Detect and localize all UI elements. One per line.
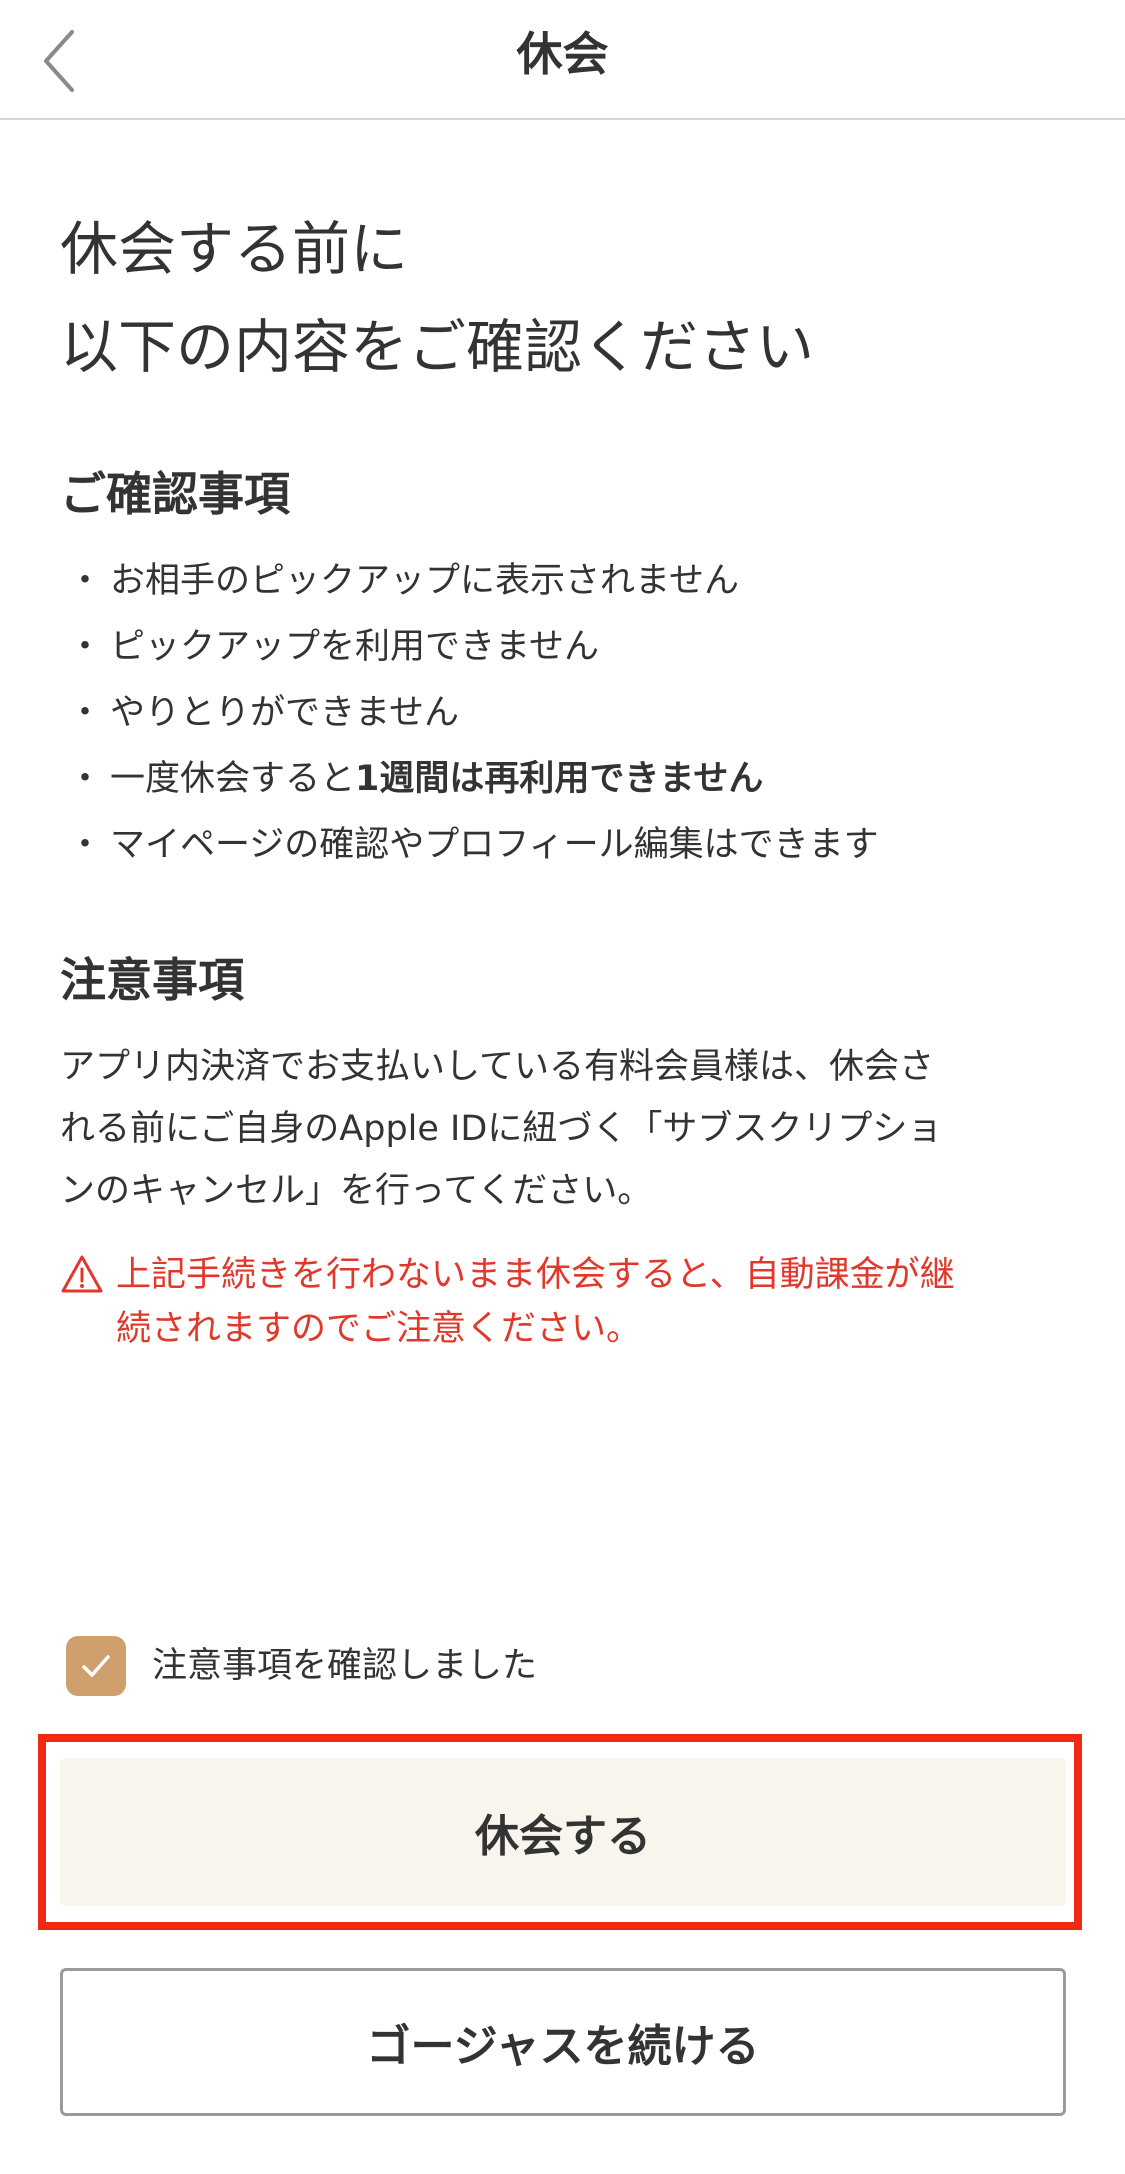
agreement-label: 注意事項を確認しました [152, 1646, 538, 1686]
bullet: ・ [67, 561, 103, 601]
main-heading-line: 休会する前に [60, 215, 409, 283]
bullet: ・ [67, 825, 103, 865]
list-item-text: お相手のピックアップに表示されません [110, 561, 739, 601]
nav-header: 休会 [0, 0, 1125, 120]
list-item: ・ お相手のピックアップに表示されません [60, 548, 1080, 614]
list-item: ・ 一度休会すると 1週間は再利用できません [60, 746, 1080, 812]
bullet: ・ [67, 759, 103, 799]
pause-membership-screen: 休会 休会する前に 以下の内容をご確認ください ご確認事項 ・ お相手のピックア… [0, 0, 1125, 2174]
list-item-text: ピックアップを利用できません [110, 627, 599, 667]
warning-triangle-icon [61, 1255, 103, 1293]
caution-line: れる前にご自身のApple IDに紐づく「サブスクリプショ [60, 1109, 943, 1149]
warning-line: 続されますのでご注意ください。 [116, 1309, 642, 1349]
checkmark-icon [82, 1655, 110, 1677]
list-item-text: マイページの確認やプロフィール編集はできます [110, 825, 879, 865]
warning-message: 上記手続きを行わないまま休会すると、自動課金が継 続されますのでご注意ください。 [60, 1248, 1080, 1356]
warning-text: 上記手続きを行わないまま休会すると、自動課金が継 続されますのでご注意ください。 [116, 1248, 955, 1356]
confirm-section-title: ご確認事項 [60, 467, 290, 521]
confirm-list: ・ お相手のピックアップに表示されません ・ ピックアップを利用できません ・ … [60, 548, 1080, 878]
list-item-emphasis: 1週間は再利用できません [355, 759, 764, 799]
caution-section-title: 注意事項 [60, 953, 244, 1007]
list-item: ・ ピックアップを利用できません [60, 614, 1080, 680]
caution-line: アプリ内決済でお支払いしている有料会員様は、休会さ [60, 1047, 934, 1087]
caution-line: ンのキャンセル」を行ってください。 [60, 1171, 653, 1211]
list-item-text: やりとりができません [110, 693, 459, 733]
list-item-text: 一度休会すると [110, 759, 356, 799]
pause-button[interactable]: 休会する [60, 1758, 1066, 1906]
agreement-checkbox-row[interactable]: 注意事項を確認しました [66, 1634, 537, 1698]
continue-gorgeous-button[interactable]: ゴージャスを続ける [60, 1968, 1066, 2116]
caution-text: アプリ内決済でお支払いしている有料会員様は、休会さ れる前にご自身のApple … [60, 1036, 1070, 1222]
main-heading-line: 以下の内容をご確認ください [60, 313, 815, 381]
bullet: ・ [67, 627, 103, 667]
main-heading: 休会する前に 以下の内容をご確認ください [60, 200, 1060, 396]
page-title: 休会 [516, 27, 609, 81]
list-item: ・ やりとりができません [60, 680, 1080, 746]
list-item: ・ マイページの確認やプロフィール編集はできます [60, 812, 1080, 878]
bullet: ・ [67, 693, 103, 733]
warning-line: 上記手続きを行わないまま休会すると、自動課金が継 [116, 1255, 955, 1295]
agreement-checkbox[interactable] [66, 1636, 126, 1696]
